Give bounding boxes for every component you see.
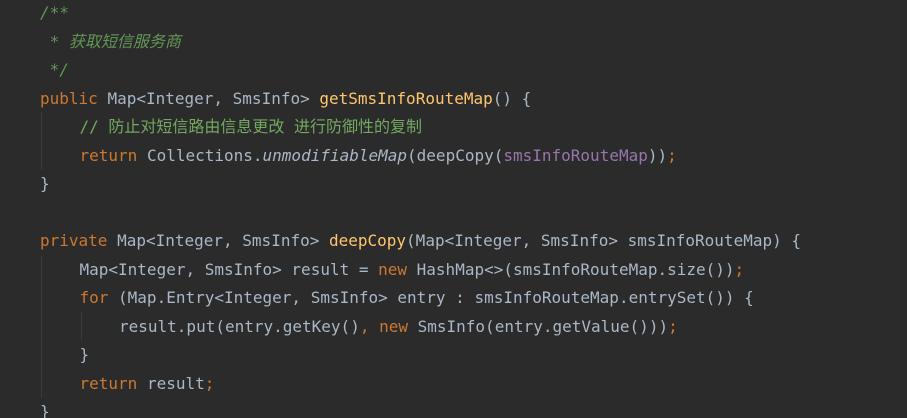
code-line-content: return Collections.unmodifiableMap(deepC… [40, 146, 677, 165]
code-token: (Map.Entry<Integer, SmsInfo> entry : sms… [118, 288, 754, 307]
code-line[interactable] [40, 199, 900, 228]
code-line-content: /** [40, 3, 69, 22]
code-token: new [378, 259, 417, 279]
indent-guide [41, 341, 42, 370]
code-token: SmsInfo(entry.getValue())) [417, 316, 669, 336]
code-token: // 防止对短信路由信息更改 进行防御性的复制 [79, 117, 423, 136]
code-token: Map<Integer, SmsInfo> result = [79, 259, 379, 279]
code-line[interactable]: return Collections.unmodifiableMap(deepC… [40, 141, 900, 170]
code-line-content: } [40, 402, 50, 418]
code-line[interactable]: } [40, 398, 900, 418]
code-line-content: public Map<Integer, SmsInfo> getSmsInfoR… [40, 89, 531, 108]
code-token: , [359, 316, 380, 336]
code-token: } [40, 402, 50, 418]
code-line[interactable]: /** [40, 0, 900, 28]
code-token: /** [40, 3, 69, 22]
code-token: ; [734, 259, 745, 279]
code-line-content: for (Map.Entry<Integer, SmsInfo> entry :… [40, 288, 754, 307]
code-token: result.put(entry.getKey() [119, 316, 360, 336]
code-line-content: // 防止对短信路由信息更改 进行防御性的复制 [40, 117, 423, 136]
indent-guide [41, 312, 42, 341]
code-line[interactable]: Map<Integer, SmsInfo> result = new HashM… [40, 255, 900, 284]
code-line[interactable]: * 获取短信服务商 [40, 28, 900, 57]
indent-guide [41, 141, 42, 170]
code-token: HashMap<>(smsInfoRouteMap.size()) [416, 259, 735, 279]
code-line[interactable]: for (Map.Entry<Integer, SmsInfo> entry :… [40, 284, 900, 313]
code-token: Map<Integer, SmsInfo> [117, 231, 329, 250]
code-token: ; [667, 145, 677, 165]
code-token: smsInfoRouteMap [503, 145, 648, 165]
code-token: for [79, 288, 119, 307]
code-token: result [146, 373, 205, 393]
code-token: new [379, 316, 418, 336]
code-token: Collections. [146, 145, 263, 165]
code-token: public [40, 88, 108, 108]
code-token: } [40, 174, 50, 193]
code-line-content: Map<Integer, SmsInfo> result = new HashM… [40, 259, 745, 279]
code-token: (deepCopy( [407, 145, 504, 165]
code-line-content: } [40, 174, 50, 193]
code-token: () { [492, 88, 532, 108]
code-token: (Map<Integer, SmsInfo> smsInfoRouteMap) … [406, 231, 801, 250]
code-area[interactable]: /** * 获取短信服务商 */ public Map<Integer, SmsI… [40, 0, 900, 418]
code-token: private [40, 231, 118, 250]
code-token: } [79, 345, 90, 364]
indent-guide [41, 113, 42, 142]
code-editor[interactable]: /** * 获取短信服务商 */ public Map<Integer, SmsI… [0, 0, 907, 418]
code-line-content: return result; [40, 373, 215, 393]
code-line[interactable]: public Map<Integer, SmsInfo> getSmsInfoR… [40, 85, 900, 114]
code-token: return [79, 373, 147, 393]
code-line-content: } [40, 345, 90, 364]
code-token: )) [647, 145, 668, 165]
code-line[interactable]: return result; [40, 369, 900, 398]
code-line[interactable]: private Map<Integer, SmsInfo> deepCopy(M… [40, 227, 900, 256]
code-line-content: */ [40, 60, 69, 79]
code-line[interactable]: } [40, 170, 900, 199]
code-line-content: private Map<Integer, SmsInfo> deepCopy(M… [40, 231, 801, 250]
code-line[interactable]: } [40, 341, 900, 370]
code-token: ; [668, 316, 678, 336]
code-token: Map<Integer, SmsInfo> [107, 88, 320, 108]
code-token: * 获取短信服务商 [40, 31, 181, 51]
code-token: */ [40, 60, 69, 79]
code-line-content: result.put(entry.getKey(), new SmsInfo(e… [40, 317, 678, 336]
indent-guide [41, 255, 42, 284]
indent-guide [41, 369, 42, 398]
code-token: unmodifiableMap [262, 145, 408, 165]
code-line[interactable]: */ [40, 56, 900, 85]
code-token: deepCopy [328, 231, 407, 250]
indent-guide [41, 284, 42, 313]
code-line[interactable]: // 防止对短信路由信息更改 进行防御性的复制 [40, 113, 900, 142]
code-line-content: * 获取短信服务商 [40, 32, 181, 51]
code-token: return [79, 145, 147, 165]
code-token: getSmsInfoRouteMap [319, 88, 493, 108]
indent-guide [80, 312, 82, 341]
code-token: ; [204, 373, 215, 393]
code-line[interactable]: result.put(entry.getKey(), new SmsInfo(e… [40, 312, 900, 341]
